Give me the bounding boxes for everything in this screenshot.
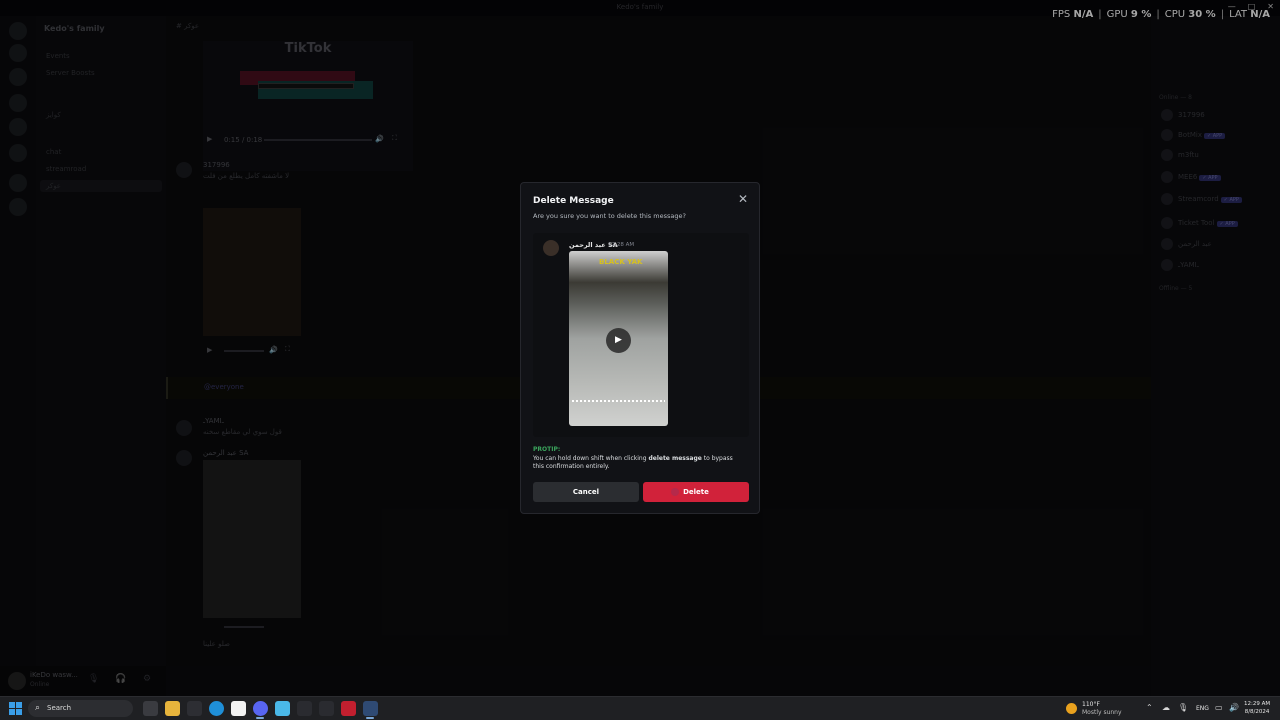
search-icon: ⌕	[35, 703, 41, 713]
store-icon[interactable]	[231, 701, 246, 716]
weather-description: Mostly sunny	[1082, 709, 1122, 716]
weather-temperature: 110°F	[1082, 701, 1100, 708]
app-icon[interactable]	[319, 701, 334, 716]
mouse-cursor	[671, 488, 679, 496]
app-icon[interactable]	[187, 701, 202, 716]
preview-video[interactable]: BLACK YAK ▶	[569, 251, 668, 426]
avatar	[543, 240, 559, 256]
display-icon[interactable]: ▭	[1215, 703, 1223, 712]
preview-timestamp: 12:28 AM	[608, 242, 635, 248]
edge-icon[interactable]	[209, 701, 224, 716]
volume-icon[interactable]: 🔊	[1229, 703, 1239, 712]
video-scrubber	[572, 400, 665, 402]
chevron-up-icon[interactable]: ⌃	[1146, 703, 1153, 712]
steam-icon[interactable]	[363, 701, 378, 716]
file-explorer-icon[interactable]	[165, 701, 180, 716]
delete-button[interactable]: Delete	[643, 482, 749, 502]
sun-icon	[1066, 703, 1077, 714]
system-clock[interactable]: 12:29 AM 8/8/2024	[1244, 700, 1270, 716]
windows-start-icon[interactable]	[9, 702, 22, 715]
task-view-icon[interactable]	[143, 701, 158, 716]
network-icon[interactable]: ☁	[1162, 703, 1170, 712]
dialog-title: Delete Message	[533, 196, 614, 206]
search-label: Search	[47, 704, 72, 712]
app-icon[interactable]	[297, 701, 312, 716]
microphone-icon[interactable]: 🎙	[1178, 703, 1188, 712]
taskbar-search[interactable]: ⌕ Search	[28, 700, 133, 717]
clock-date: 8/8/2024	[1244, 709, 1270, 715]
message-preview: عبد الرحمن SA 12:28 AM BLACK YAK ▶	[533, 233, 749, 437]
dialog-subtitle: Are you sure you want to delete this mes…	[533, 212, 686, 220]
cancel-button[interactable]: Cancel	[533, 482, 639, 502]
store-sign: BLACK YAK	[599, 258, 643, 266]
app-icon[interactable]	[341, 701, 356, 716]
play-icon[interactable]: ▶	[606, 328, 631, 353]
app-icon[interactable]	[275, 701, 290, 716]
clock-time: 12:29 AM	[1244, 701, 1271, 707]
discord-icon[interactable]	[253, 701, 268, 716]
language-indicator[interactable]: ENG	[1196, 705, 1209, 712]
protip-text: You can hold down shift when clicking de…	[533, 455, 733, 470]
close-icon[interactable]: ✕	[736, 192, 750, 206]
active-app-indicator	[366, 717, 374, 719]
delete-message-dialog: Delete Message Are you sure you want to …	[520, 182, 760, 514]
active-app-indicator	[256, 717, 264, 719]
protip-label: PROTIP:	[533, 446, 561, 453]
taskbar: ⌕ Search 110°F Mostly sunny ⌃ ☁ 🎙 ENG ▭ …	[0, 696, 1280, 720]
